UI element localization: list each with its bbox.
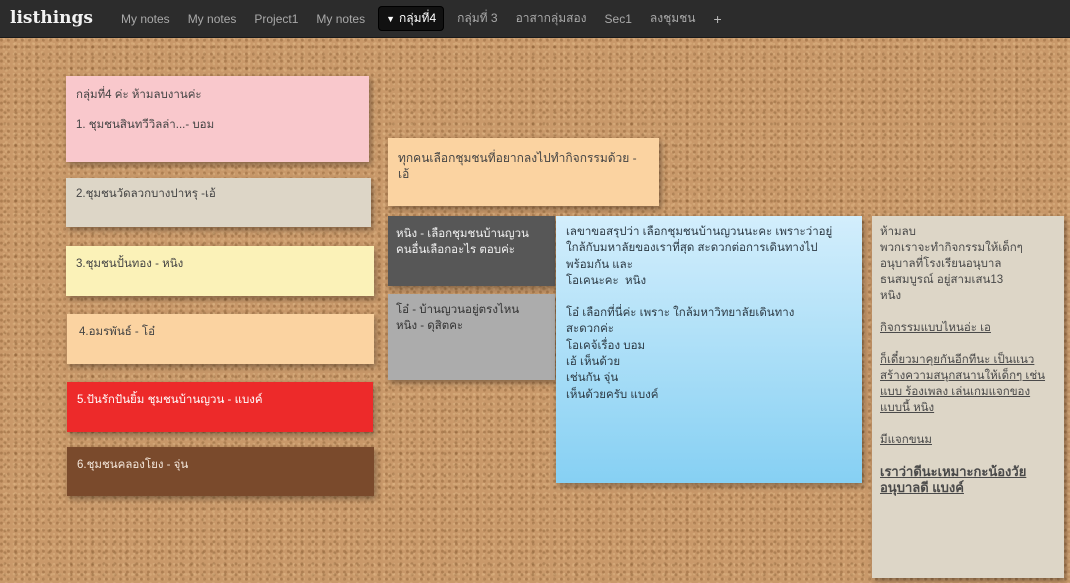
note-dark[interactable]: หนิง - เลือกชุมชนบ้านญวน คนอื่นเลือกอะไร… [388,216,555,286]
note-linen-q4-1: เราว่าดีนะเหมาะกะน้องวัย [880,464,1027,479]
note-yellow-text: 3.ชุมชนปั้นทอง - หนิง [76,258,184,270]
note-dark-text: หนิง - เลือกชุมชนบ้านญวน คนอื่นเลือกอะไร… [396,228,529,256]
note-blue[interactable]: เลขาขอสรุปว่า เลือกชุมชนบ้านญวนนะคะ เพรา… [556,216,862,483]
note-linen-intro-3: อนุบาลที่โรงเรียนอนุบาล [880,258,1002,270]
add-tab-button[interactable]: + [705,8,731,30]
note-blue-line-6: โอ๋ เลือกที่นี่ค่ะ เพราะ ใกล้มหาวิทยาลัย… [566,307,795,320]
note-blue-line-9: เอ้ เห็นด้วย [566,356,621,369]
note-linen-q3: มีแจกขนม [880,434,932,446]
note-brown-text: 6.ชุมชนคลองโยง - จุ่น [77,459,189,471]
notebook-tabs: My notes My notes Project1 My notes ▼ กลุ… [112,0,731,37]
tab-group3[interactable]: กลุ่มที่ 3 [448,6,506,31]
note-blue-line-3: พร้อมกัน และ [566,258,633,271]
tab-group4-label: กลุ่มที่4 [399,11,437,25]
note-gray-top-text: 2.ชุมชนวัดลวกบางปาหรุ -เอ้ [76,188,216,200]
note-linen-q1: กิจกรรมแบบไหนอ่ะ เอ [880,322,991,334]
note-silver-text: โอ๋ - บ้านญวนอยู่ตรงไหน หนิง - ดุสิตคะ [396,304,520,332]
note-red-text: 5.ปันรักปันยิ้ม ชุมชนบ้านญวน - แบงค์ [77,394,263,406]
note-linen-intro-4: ธนสมบูรณ์ อยู่สามเสน13 [880,274,1004,286]
note-linen-q2-2: สร้างความสนุกสนานให้เด็กๆ เช่น [880,370,1046,382]
top-navigation-bar: listhings My notes My notes Project1 My … [0,0,1070,38]
note-gray-top[interactable]: 2.ชุมชนวัดลวกบางปาหรุ -เอ้ [66,178,371,227]
note-blue-spacer [566,289,852,305]
note-blue-line-11: เห็นด้วยครับ แบงค์ [566,388,659,401]
note-brown[interactable]: 6.ชุมชนคลองโยง - จุ่น [67,447,374,496]
note-blue-line-8: โอเคจ้เรื่อง บอม [566,339,646,352]
tab-volunteer-group2[interactable]: อาสากลุ่มสอง [507,6,596,31]
tab-group4-active[interactable]: ▼ กลุ่มที่4 [378,6,445,31]
caret-down-icon: ▼ [386,14,396,24]
note-blue-line-1: เลขาขอสรุปว่า เลือกชุมชนบ้านญวนนะคะ เพรา… [566,226,833,238]
note-peach-mid-text: ทุกคนเลือกชุมชนที่อยากลงไปทำกิจกรรมด้วย … [398,151,637,181]
app-logo[interactable]: listhings [10,8,93,28]
tab-sec1[interactable]: Sec1 [596,9,641,29]
note-linen-spacer-4 [880,448,1056,464]
note-linen-intro-5: หนิง [880,290,902,302]
note-blue-line-2: ใกล้กับมหาลัยของเราที่สุด สะดวกต่อการเดิ… [566,242,818,255]
note-peach-mid[interactable]: ทุกคนเลือกชุมชนที่อยากลงไปทำกิจกรรมด้วย … [388,138,659,206]
note-silver[interactable]: โอ๋ - บ้านญวนอยู่ตรงไหน หนิง - ดุสิตคะ [388,294,555,380]
tab-my-notes-1[interactable]: My notes [112,9,179,29]
note-linen-q2-3: แบบ ร้องเพลง เล่นเกมแจกของ [880,386,1031,398]
note-peach-left-text: 4.อมรพันธ์ - โอ๋ [79,326,156,338]
tab-my-notes-2[interactable]: My notes [179,9,246,29]
note-yellow[interactable]: 3.ชุมชนปั้นทอง - หนิง [66,246,374,296]
tab-community[interactable]: ลงชุมชน [641,6,705,31]
note-linen-spacer-2 [880,336,1056,352]
note-linen-spacer-1 [880,304,1056,320]
note-pink-line2: 1. ชุมชนสินทวีวิลล่า...- บอม [76,119,215,131]
corkboard[interactable]: กลุ่มที่4 ค่ะ ห้ามลบงานค่ะ 1. ชุมชนสินทว… [0,38,1070,583]
note-linen[interactable]: ห้ามลบ พวกเราจะทำกิจกรรมให้เด็กๆ อนุบาลท… [872,216,1064,578]
note-linen-spacer-3 [880,416,1056,432]
note-red[interactable]: 5.ปันรักปันยิ้ม ชุมชนบ้านญวน - แบงค์ [67,382,373,432]
note-peach-left[interactable]: 4.อมรพันธ์ - โอ๋ [67,314,374,364]
note-pink-line1: กลุ่มที่4 ค่ะ ห้ามลบงานค่ะ [76,89,202,101]
note-linen-intro-2: พวกเราจะทำกิจกรรมให้เด็กๆ [880,242,1023,254]
note-linen-intro-1: ห้ามลบ [880,226,916,238]
note-linen-q2-4: แบบนี้ หนิง [880,402,935,414]
note-blue-line-10: เช่นกัน จุ่น [566,372,619,385]
note-linen-q2-1: ก็เดี๋ยวมาคุยกันอีกทีนะ เป็นแนว [880,354,1035,366]
note-blue-line-7: สะดวกค่ะ [566,323,614,336]
note-pink[interactable]: กลุ่มที่4 ค่ะ ห้ามลบงานค่ะ 1. ชุมชนสินทว… [66,76,369,162]
tab-my-notes-3[interactable]: My notes [307,9,374,29]
note-blue-line-4: โอเคนะคะ หนิง [566,274,647,287]
tab-project1[interactable]: Project1 [245,9,307,29]
note-linen-q4-2: อนุบาลดี แบงค์ [880,480,964,495]
